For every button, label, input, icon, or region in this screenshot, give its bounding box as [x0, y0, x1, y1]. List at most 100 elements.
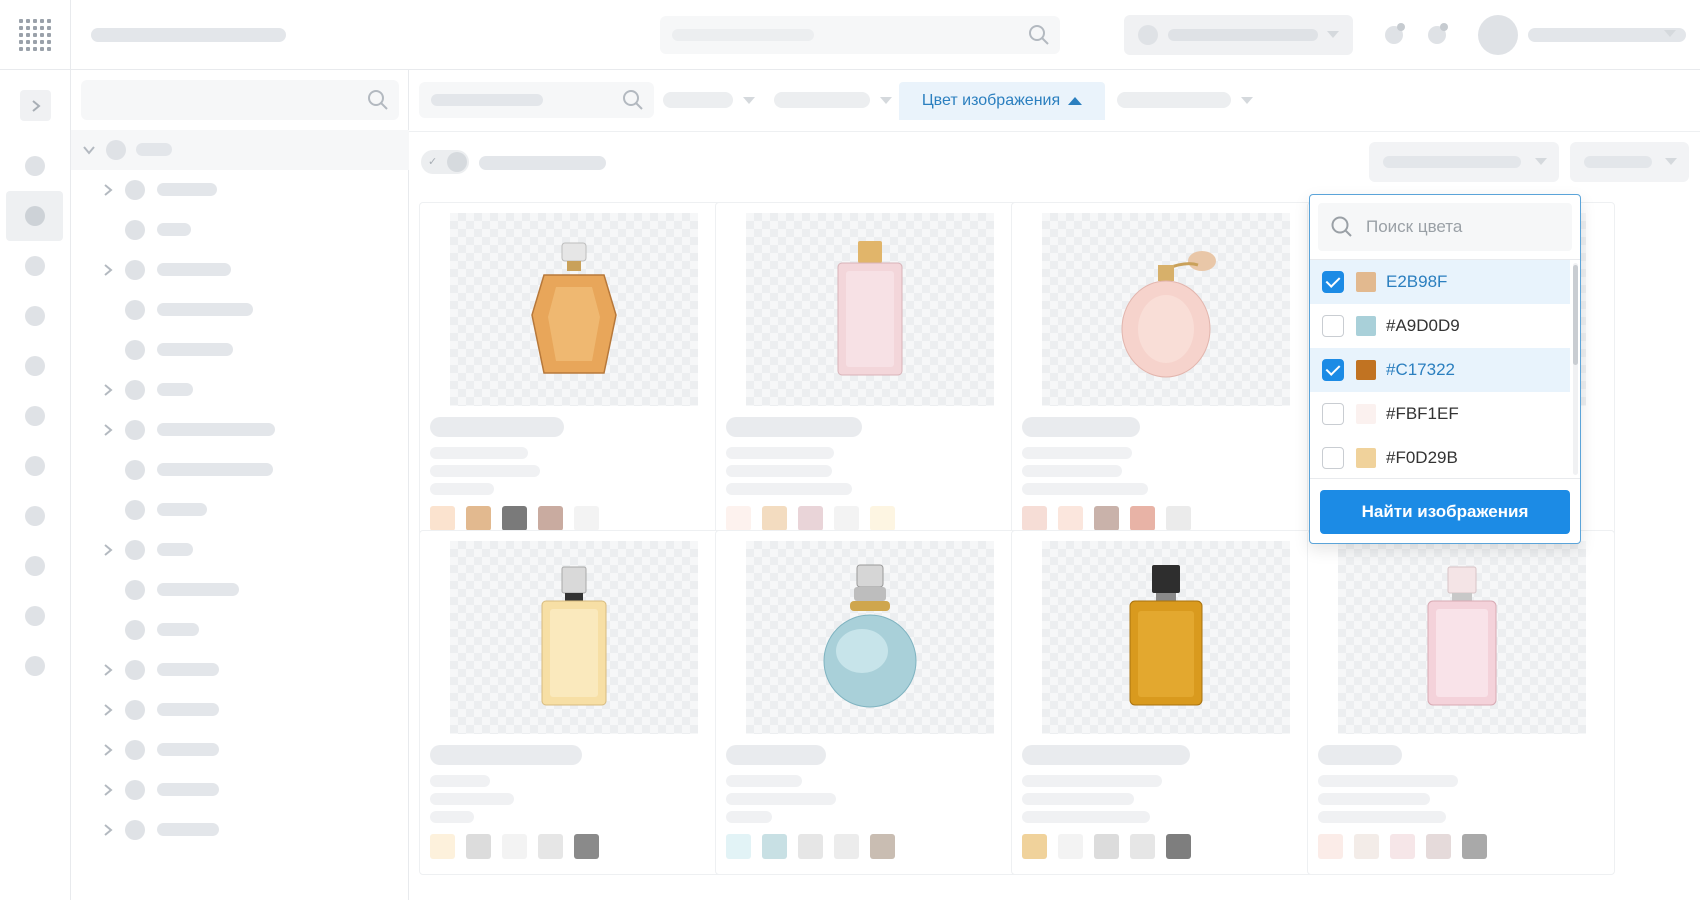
color-option[interactable]: #FBF1EF [1310, 392, 1570, 436]
color-option[interactable]: #F0D29B [1310, 436, 1570, 478]
rail-item[interactable] [6, 341, 63, 391]
product-card[interactable] [715, 530, 1023, 875]
color-option-checkbox[interactable] [1322, 359, 1344, 381]
color-swatch[interactable] [1130, 834, 1155, 859]
color-swatch[interactable] [1094, 834, 1119, 859]
rail-item[interactable] [6, 141, 63, 191]
color-swatch[interactable] [466, 506, 491, 531]
color-swatch[interactable] [762, 506, 787, 531]
tree-row[interactable] [71, 810, 409, 850]
tree-search-input[interactable] [81, 80, 399, 120]
image-color-filter[interactable]: Цвет изображения [899, 82, 1105, 120]
tree-row[interactable] [71, 730, 409, 770]
color-swatch[interactable] [834, 506, 859, 531]
tree-row[interactable] [71, 210, 409, 250]
color-swatch[interactable] [798, 834, 823, 859]
product-image[interactable] [450, 541, 698, 734]
find-images-button[interactable]: Найти изображения [1320, 490, 1570, 534]
tree-row[interactable] [71, 330, 409, 370]
chevron-right-icon[interactable] [102, 264, 114, 276]
color-option-checkbox[interactable] [1322, 271, 1344, 293]
color-swatch[interactable] [1130, 506, 1155, 531]
view-toggle[interactable]: ✓ [421, 150, 469, 174]
color-option[interactable]: #C17322 [1310, 348, 1570, 392]
color-search-field[interactable] [1318, 203, 1572, 251]
rail-item[interactable] [6, 241, 63, 291]
chevron-right-icon[interactable] [102, 784, 114, 796]
rail-item[interactable] [6, 591, 63, 641]
chevron-right-icon[interactable] [102, 184, 114, 196]
color-search-input[interactable] [1366, 215, 1556, 239]
color-option-checkbox[interactable] [1322, 315, 1344, 337]
tree-row[interactable] [71, 610, 409, 650]
tree-row[interactable] [71, 650, 409, 690]
chevron-down-icon[interactable] [83, 144, 95, 156]
rail-item-active[interactable] [6, 191, 63, 241]
product-image[interactable] [1042, 541, 1290, 734]
color-swatch[interactable] [1022, 506, 1047, 531]
chevron-right-icon[interactable] [102, 424, 114, 436]
color-swatch[interactable] [1094, 506, 1119, 531]
color-swatch[interactable] [1058, 834, 1083, 859]
messages-icon[interactable] [1426, 22, 1450, 46]
tree-row[interactable] [71, 570, 409, 610]
tree-row[interactable] [71, 370, 409, 410]
filter-chip[interactable] [663, 82, 755, 118]
color-swatch[interactable] [1166, 834, 1191, 859]
tree-row[interactable] [71, 410, 409, 450]
color-swatch[interactable] [538, 834, 563, 859]
product-card[interactable] [419, 530, 727, 875]
tree-row[interactable] [71, 250, 409, 290]
color-swatch[interactable] [726, 506, 751, 531]
tree-row[interactable] [71, 770, 409, 810]
apps-menu-button[interactable] [0, 0, 71, 70]
color-option-checkbox[interactable] [1322, 447, 1344, 469]
sort-select[interactable] [1369, 142, 1559, 182]
product-card[interactable] [419, 202, 727, 547]
product-image[interactable] [1042, 213, 1290, 406]
asset-search-input[interactable] [419, 82, 654, 118]
color-swatch[interactable] [538, 506, 563, 531]
color-swatch[interactable] [502, 506, 527, 531]
color-option[interactable]: #A9D0D9 [1310, 304, 1570, 348]
color-swatch[interactable] [798, 506, 823, 531]
color-swatch[interactable] [574, 834, 599, 859]
chevron-right-icon[interactable] [102, 544, 114, 556]
color-option-checkbox[interactable] [1322, 403, 1344, 425]
product-card[interactable] [1011, 202, 1319, 547]
color-swatch[interactable] [430, 506, 455, 531]
product-image[interactable] [746, 541, 994, 734]
color-swatch[interactable] [1390, 834, 1415, 859]
chevron-right-icon[interactable] [102, 824, 114, 836]
rail-item[interactable] [6, 291, 63, 341]
tree-row[interactable] [71, 130, 409, 170]
color-option[interactable]: E2B98F [1310, 260, 1570, 304]
scrollbar-thumb[interactable] [1573, 265, 1578, 365]
tree-row[interactable] [71, 490, 409, 530]
tree-row[interactable] [71, 690, 409, 730]
tree-row[interactable] [71, 450, 409, 490]
filter-chip[interactable] [1117, 82, 1253, 118]
product-card[interactable] [1011, 530, 1319, 875]
global-search-input[interactable] [660, 16, 1060, 54]
chevron-right-icon[interactable] [102, 384, 114, 396]
product-image[interactable] [1338, 541, 1586, 734]
chevron-down-icon[interactable] [1664, 30, 1676, 37]
tree-row[interactable] [71, 290, 409, 330]
color-swatch[interactable] [502, 834, 527, 859]
product-image[interactable] [450, 213, 698, 406]
color-swatch[interactable] [466, 834, 491, 859]
filter-chip[interactable] [774, 82, 892, 118]
color-swatch[interactable] [870, 506, 895, 531]
color-swatch[interactable] [1166, 506, 1191, 531]
workspace-select[interactable] [1124, 15, 1353, 55]
view-select[interactable] [1570, 142, 1689, 182]
color-swatch[interactable] [762, 834, 787, 859]
product-card[interactable] [715, 202, 1023, 547]
expand-sidebar-button[interactable] [20, 90, 51, 121]
rail-item[interactable] [6, 491, 63, 541]
chevron-right-icon[interactable] [102, 664, 114, 676]
chevron-right-icon[interactable] [102, 744, 114, 756]
rail-item[interactable] [6, 641, 63, 691]
color-swatch[interactable] [1022, 834, 1047, 859]
